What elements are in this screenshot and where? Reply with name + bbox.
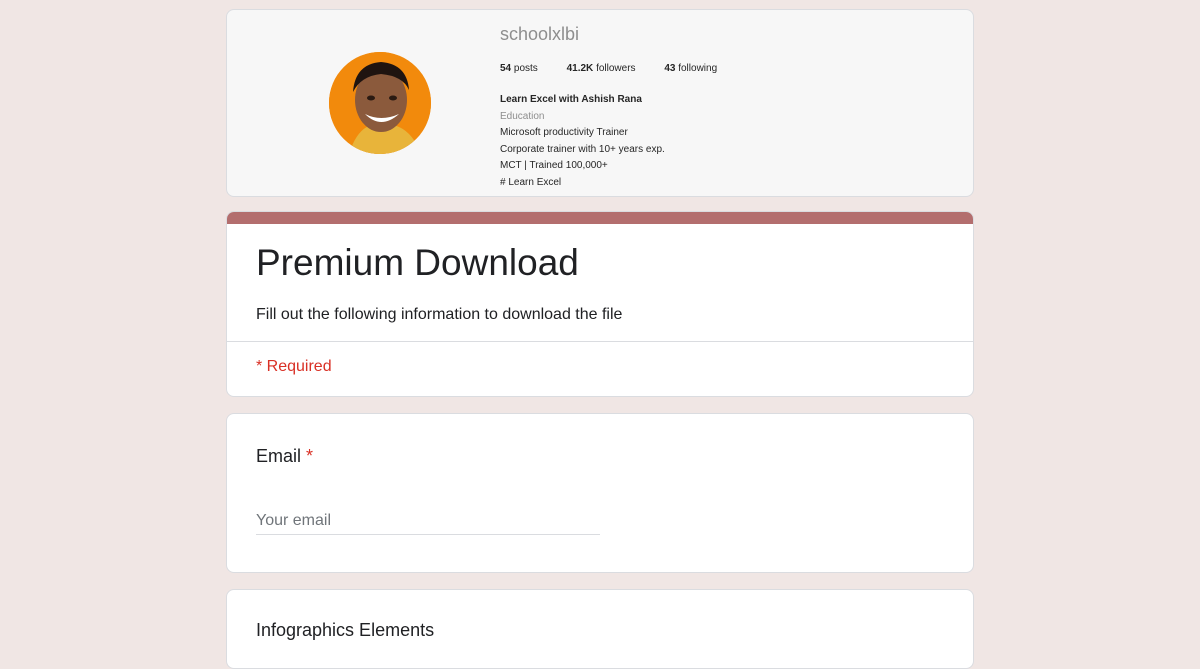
bio-line: Microsoft productivity Trainer <box>500 127 628 138</box>
profile-bio: Learn Excel with Ashish Rana Education M… <box>500 92 665 191</box>
infographics-question-card: Infographics Elements <box>226 589 974 669</box>
stat-posts: 54 posts <box>500 63 538 74</box>
profile-avatar <box>329 52 431 154</box>
bio-category: Education <box>500 110 545 122</box>
bio-line: Corporate trainer with 10+ years exp. <box>500 143 665 155</box>
email-label: Email * <box>256 446 313 467</box>
bio-line: # Learn Excel <box>500 176 562 188</box>
profile-header-card: schoolxlbi 54 posts 41.2K followers 43 f… <box>226 9 974 197</box>
email-label-text: Email <box>256 446 302 466</box>
profile-stats: 54 posts 41.2K followers 43 following <box>500 63 743 74</box>
required-asterisk: * <box>306 446 314 466</box>
stat-followers: 41.2K followers <box>566 63 636 74</box>
required-note: * Required <box>256 358 332 375</box>
email-question-card: Email * <box>226 413 974 573</box>
form-title: Premium Download <box>256 242 579 283</box>
divider <box>227 341 973 342</box>
infographics-label: Infographics Elements <box>256 620 435 640</box>
email-field[interactable] <box>256 508 600 535</box>
profile-username: schoolxlbi <box>500 24 580 44</box>
bio-line: MCT | Trained 100,000+ <box>500 160 608 171</box>
form-description: Fill out the following information to do… <box>256 306 623 323</box>
stat-following: 43 following <box>664 63 718 74</box>
form-title-card: Premium Download Fill out the following … <box>226 211 974 397</box>
bio-name: Learn Excel with Ashish Rana <box>500 94 642 105</box>
accent-bar <box>227 212 973 224</box>
